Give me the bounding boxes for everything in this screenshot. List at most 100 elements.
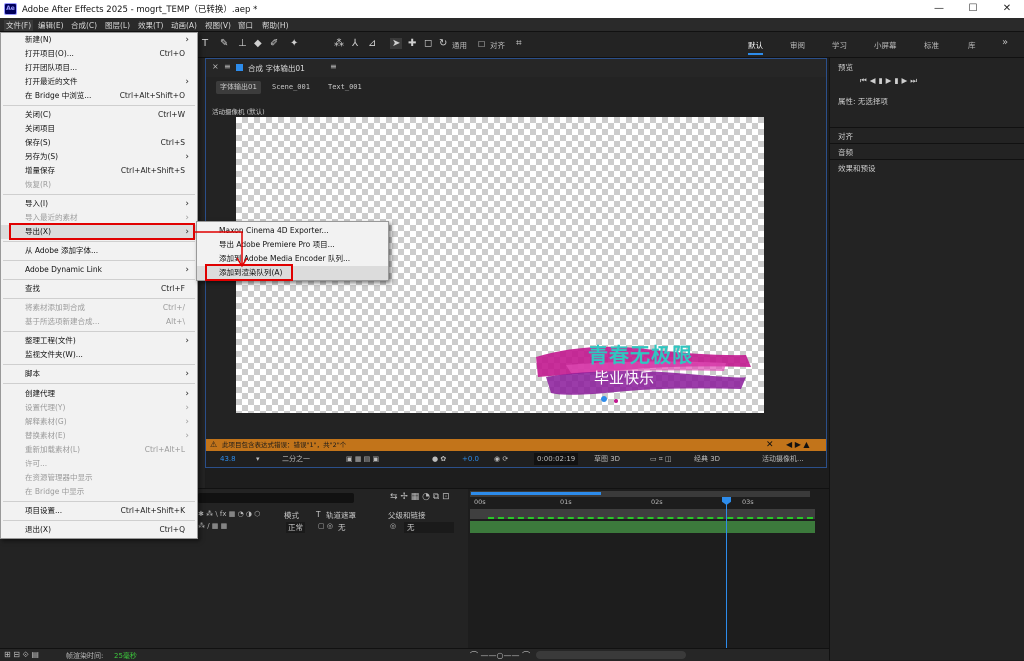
layer-mode-dropdown[interactable]: 正常 (286, 522, 305, 533)
color-channel-icon[interactable]: ● ✿ (432, 453, 446, 465)
zoom-slider-icon[interactable]: ⌒ ——○—— ⌒ (470, 650, 530, 661)
zoom-dropdown-icon[interactable]: ▾ (256, 453, 260, 465)
menu-item-close[interactable]: 关闭(C) Ctrl+W (1, 108, 197, 122)
menu-item-browse-bridge[interactable]: 在 Bridge 中浏览... Ctrl+Alt+Shift+O (1, 89, 197, 103)
axis-local-icon[interactable]: ⁂ (334, 38, 344, 49)
snap-grid-icon[interactable]: ⌗ (516, 38, 522, 49)
axis-world-icon[interactable]: ⅄ (352, 38, 358, 49)
audio-panel-title[interactable]: 音频 (830, 143, 1024, 158)
workspace-more-icon[interactable]: » (1002, 37, 1008, 48)
parent-pickwhip-icon[interactable]: ◎ (390, 522, 396, 530)
breadcrumb-scene[interactable]: Scene_001 (268, 81, 314, 94)
clone-stamp-icon[interactable]: ⊥ (238, 38, 247, 49)
renderer-dropdown[interactable]: 经典 3D (694, 453, 720, 465)
layer-track-matte-dropdown[interactable]: 无 (338, 522, 346, 533)
menu-help[interactable]: 帮助(H) (262, 20, 289, 31)
view-options-icon[interactable]: ▭ ⌗ ◫ (650, 453, 672, 465)
menu-item-close-project[interactable]: 关闭项目 (1, 122, 197, 136)
menu-item-dynamic-link[interactable]: Adobe Dynamic Link › (1, 263, 197, 277)
draft-3d-toggle[interactable]: 草图 3D (594, 453, 620, 465)
menu-item-open-recent[interactable]: 打开最近的文件 › (1, 75, 197, 89)
playhead-handle[interactable] (722, 497, 731, 505)
menu-composition[interactable]: 合成(C) (71, 20, 97, 31)
properties-title[interactable]: 属性: 无选择项 (830, 96, 1024, 107)
roto-brush-icon[interactable]: ✐ (270, 38, 278, 49)
preview-controls-icon[interactable]: ⏮◀▮▶▮▶⏭ (830, 76, 1024, 86)
menu-item-save-as[interactable]: 另存为(S) › (1, 150, 197, 164)
menu-file[interactable]: 文件(F) (4, 20, 34, 31)
work-area-range[interactable] (471, 492, 601, 495)
breadcrumb-comp[interactable]: 字体输出01 (216, 81, 261, 94)
axis-view-icon[interactable]: ⊿ (368, 38, 376, 49)
panel-close-icon[interactable]: × (212, 62, 219, 71)
menu-item-increment-save[interactable]: 增量保存 Ctrl+Alt+Shift+S (1, 164, 197, 178)
layer-duration-bar[interactable] (470, 521, 815, 533)
brush-tool-icon[interactable]: ✎ (220, 38, 228, 49)
camera-dropdown[interactable]: 活动摄像机... (762, 453, 804, 465)
preview-panel-title[interactable]: 预览 (830, 62, 1024, 73)
align-checkbox-icon[interactable]: ☐ (478, 40, 485, 49)
menu-animation[interactable]: 动画(A) (171, 20, 197, 31)
warning-close-icon[interactable]: ✕ (766, 439, 774, 451)
snapping-label[interactable]: 通用 (452, 40, 467, 51)
close-button[interactable]: ✕ (990, 0, 1024, 18)
menu-item-exit[interactable]: 退出(X) Ctrl+Q (1, 523, 197, 537)
composition-panel-menu-icon[interactable]: ≡ (330, 62, 337, 71)
menu-window[interactable]: 窗口 (238, 20, 253, 31)
menu-edit[interactable]: 编辑(E) (38, 20, 64, 31)
timeline-scrollbar[interactable] (536, 651, 686, 659)
align-panel-title[interactable]: 对齐 (830, 127, 1024, 142)
menu-layer[interactable]: 图层(L) (105, 20, 130, 31)
snapshot-icon[interactable]: ◉ ⟳ (494, 453, 508, 465)
zoom-value[interactable]: 43.8 (220, 453, 236, 465)
menu-item-project-settings[interactable]: 项目设置... Ctrl+Alt+Shift+K (1, 504, 197, 518)
annotation-arrow (194, 231, 248, 268)
timeline-switches-icon[interactable]: ⇆ ✢ ▦ ◔ ⧉ ⊡ (390, 492, 450, 502)
status-icons[interactable]: ⊞ ⊟ ⟐ ▤ (4, 650, 39, 660)
current-time[interactable]: 0:00:02:19 (534, 453, 579, 465)
menu-item-add-fonts[interactable]: 从 Adobe 添加字体... (1, 244, 197, 258)
workspace-small-screen[interactable]: 小屏幕 (874, 40, 897, 51)
menu-item-scripts[interactable]: 脚本 › (1, 367, 197, 381)
workspace-default[interactable]: 默认 (748, 40, 763, 55)
selection-tool-icon[interactable]: ➤ (390, 38, 403, 49)
hand-tool-icon[interactable]: ✚ (408, 38, 416, 49)
layer-parent-dropdown[interactable]: 无 (404, 522, 454, 533)
eraser-icon[interactable]: ◆ (254, 38, 262, 49)
menu-item-new[interactable]: 新建(N) › (1, 33, 197, 47)
maximize-button[interactable]: ☐ (956, 0, 990, 18)
region-of-interest-icon[interactable]: ▣ ▦ ▤ ▣ (346, 453, 379, 465)
puppet-pin-icon[interactable]: ✦ (290, 38, 298, 49)
resolution-dropdown[interactable]: 二分之一 (282, 453, 310, 465)
menu-item-dependencies[interactable]: 整理工程(文件) › (1, 334, 197, 348)
menu-item-import[interactable]: 导入(I) › (1, 197, 197, 211)
menu-item-license: 许可... (25, 459, 48, 468)
type-tool-icon[interactable]: T (202, 38, 208, 49)
align-label[interactable]: 对齐 (490, 40, 505, 51)
exposure-value[interactable]: +0.0 (462, 453, 479, 465)
status-bar: ⊞ ⊟ ⟐ ▤ 帧渲染时间: 25毫秒 ⌒ ——○—— ⌒ (0, 648, 829, 661)
menu-item-find[interactable]: 查找 Ctrl+F (1, 282, 197, 296)
workspace-standard[interactable]: 标准 (924, 40, 939, 51)
layer-t-checkbox[interactable]: ▢ ◎ (318, 522, 333, 530)
menu-item-create-proxy[interactable]: 创建代理 › (1, 387, 197, 401)
warning-nav-icon[interactable]: ◀ ▶ ▲ (786, 439, 810, 451)
menu-item-save[interactable]: 保存(S) Ctrl+S (1, 136, 197, 150)
panel-menu-icon[interactable]: ≡ (224, 62, 231, 71)
menu-item-open-team-project[interactable]: 打开团队项目... (1, 61, 197, 75)
breadcrumb-text[interactable]: Text_001 (324, 81, 366, 94)
menu-effect[interactable]: 效果(T) (138, 20, 163, 31)
effects-panel-title[interactable]: 效果和预设 (830, 159, 1024, 174)
menu-view[interactable]: 视图(V) (205, 20, 231, 31)
timeline-search-input[interactable] (198, 493, 354, 503)
workspace-libraries[interactable]: 库 (968, 40, 976, 51)
composition-panel-label[interactable]: 合成 字体输出01 (248, 63, 305, 74)
menu-item-open-project[interactable]: 打开项目(O)... Ctrl+O (1, 47, 197, 61)
workspace-review[interactable]: 审阅 (790, 40, 805, 51)
zoom-tool-icon[interactable]: ◻ (424, 38, 432, 49)
workspace-learn[interactable]: 学习 (832, 40, 847, 51)
minimize-button[interactable]: — (922, 0, 956, 18)
menu-item-watch-folder[interactable]: 监视文件夹(W)... (1, 348, 197, 362)
rotate-tool-icon[interactable]: ↻ (439, 38, 447, 49)
graphic-subtitle-text: 毕业快乐 (594, 369, 655, 387)
